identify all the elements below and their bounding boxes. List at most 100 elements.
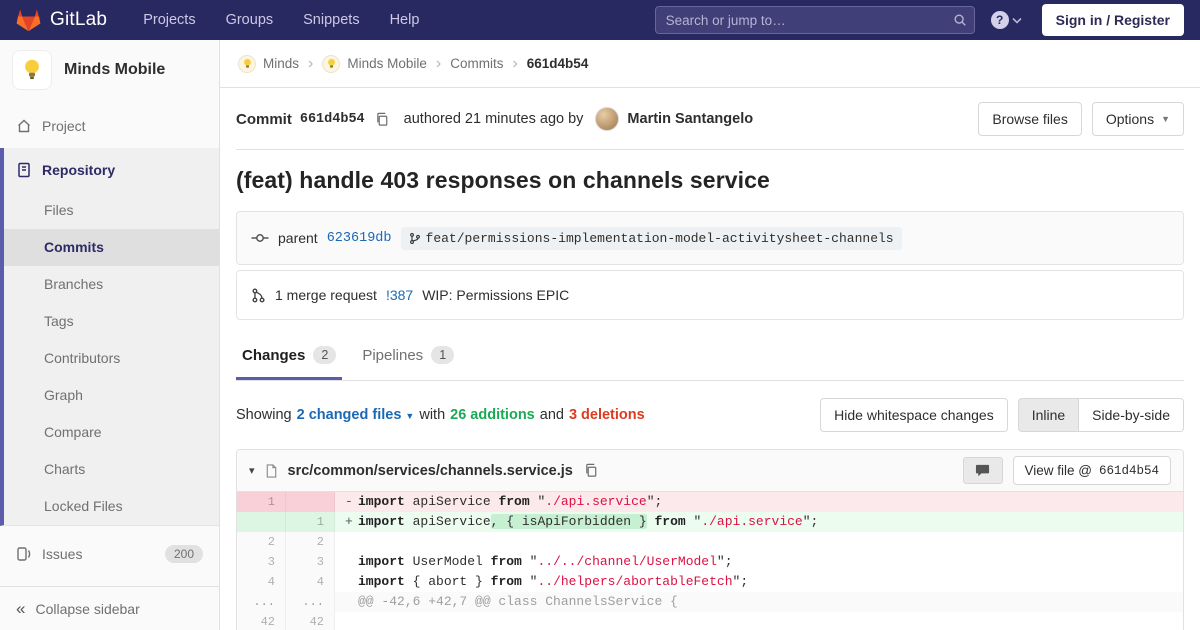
nav-projects[interactable]: Projects <box>143 12 195 28</box>
breadcrumb: Minds › Minds Mobile › Commits › 661d4b5… <box>220 40 1200 88</box>
new-line-number[interactable] <box>286 492 335 512</box>
breadcrumb-label: Minds <box>263 56 300 71</box>
search-input[interactable] <box>654 6 975 34</box>
search-container <box>654 6 975 34</box>
lightbulb-icon <box>327 58 335 68</box>
diff-line-code: - import apiService from "./api.service"; <box>335 492 1183 512</box>
commit-label: Commit <box>236 110 292 128</box>
copy-icon <box>376 112 387 126</box>
nav-snippets[interactable]: Snippets <box>303 12 359 28</box>
diff-line-code: + import apiService, { isApiForbidden } f… <box>335 512 1183 532</box>
sidebar-item-graph[interactable]: Graph <box>4 377 219 414</box>
side-by-side-view-button[interactable]: Side-by-side <box>1079 398 1184 432</box>
showing-label: Showing <box>236 407 292 423</box>
changed-files-dropdown[interactable]: 2 changed files ▼ <box>297 407 415 423</box>
nav-help[interactable]: Help <box>390 12 420 28</box>
authored-text: authored 21 minutes ago by <box>403 111 584 127</box>
help-dropdown[interactable]: ? <box>990 11 1022 29</box>
new-line-number[interactable]: 1 <box>286 512 335 532</box>
caret-down-icon: ▼ <box>1161 114 1170 124</box>
sidebar-item-compare[interactable]: Compare <box>4 414 219 451</box>
new-line-number[interactable]: 3 <box>286 552 335 572</box>
old-line-number[interactable]: 1 <box>237 492 286 512</box>
sidebar-item-commits[interactable]: Commits <box>4 229 219 266</box>
branch-name: feat/permissions-implementation-model-ac… <box>425 230 894 246</box>
sidebar-item-locked-files[interactable]: Locked Files <box>4 488 219 525</box>
diff-line-code: @@ -42,6 +42,7 @@ class ChannelsService … <box>335 592 1183 612</box>
diff-line-code: import { abort } from "../helpers/aborta… <box>335 572 1183 592</box>
tab-label: Changes <box>242 346 306 364</box>
inline-view-button[interactable]: Inline <box>1017 398 1080 432</box>
browse-files-button[interactable]: Browse files <box>978 102 1082 136</box>
new-line-number[interactable]: 4 <box>286 572 335 592</box>
breadcrumb-project-minds-mobile[interactable]: Minds Mobile <box>322 54 427 73</box>
old-line-number[interactable]: 2 <box>237 532 286 552</box>
old-line-number[interactable]: 4 <box>237 572 286 592</box>
tab-changes[interactable]: Changes 2 <box>236 333 343 380</box>
gitlab-tanuki-icon <box>16 8 41 32</box>
diff-file-block: ▾ src/common/services/channels.service.j… <box>236 449 1184 630</box>
old-line-number[interactable]: 3 <box>237 552 286 572</box>
nav-groups[interactable]: Groups <box>226 12 274 28</box>
diff-file-header: ▾ src/common/services/channels.service.j… <box>237 450 1183 492</box>
copy-sha-button[interactable] <box>373 110 392 129</box>
pipelines-count-badge: 1 <box>431 346 455 364</box>
merge-request-title[interactable]: WIP: Permissions EPIC <box>422 287 569 303</box>
diff-line-code <box>335 612 1183 630</box>
breadcrumb-commits[interactable]: Commits <box>450 56 503 71</box>
navbar-menu: Projects Groups Snippets Help <box>143 12 419 28</box>
diff-line: ...... @@ -42,6 +42,7 @@ class ChannelsSe… <box>237 592 1183 612</box>
merge-request-link[interactable]: !387 <box>386 287 413 303</box>
sign-in-register-button[interactable]: Sign in / Register <box>1041 4 1184 36</box>
diff-line-code <box>335 532 1183 552</box>
sidebar-item-contributors[interactable]: Contributors <box>4 340 219 377</box>
and-label: and <box>539 407 564 423</box>
comment-icon <box>975 464 990 477</box>
sidebar-item-label: Repository <box>42 162 116 178</box>
sidebar-project-header[interactable]: Minds Mobile <box>0 40 219 104</box>
sidebar-repository-section: Repository Files Commits Branches Tags C… <box>0 148 219 526</box>
sidebar-item-charts[interactable]: Charts <box>4 451 219 488</box>
tab-pipelines[interactable]: Pipelines 1 <box>356 333 460 380</box>
old-line-number[interactable]: ... <box>237 592 286 612</box>
breadcrumb-label: Minds Mobile <box>347 56 427 71</box>
author-name[interactable]: Martin Santangelo <box>627 111 753 127</box>
collapse-sidebar-button[interactable]: « Collapse sidebar <box>0 586 219 630</box>
options-dropdown-button[interactable]: Options ▼ <box>1091 102 1184 136</box>
new-line-number[interactable]: ... <box>286 592 335 612</box>
old-line-number[interactable]: 42 <box>237 612 286 630</box>
sidebar-item-project[interactable]: Project <box>0 104 219 148</box>
breadcrumb-group-minds[interactable]: Minds <box>238 54 300 73</box>
sidebar-item-branches[interactable]: Branches <box>4 266 219 303</box>
new-line-number[interactable]: 2 <box>286 532 335 552</box>
view-file-button[interactable]: View file @ 661d4b54 <box>1012 456 1171 485</box>
gitlab-logo[interactable]: GitLab <box>16 8 107 32</box>
caret-down-icon: ▼ <box>405 411 415 421</box>
project-avatar <box>322 54 341 73</box>
project-sidebar: Minds Mobile Project Repository Files Co… <box>0 40 220 630</box>
sidebar-item-issues[interactable]: Issues 200 <box>0 532 219 576</box>
author-avatar[interactable] <box>595 107 620 131</box>
view-file-label: View file @ <box>1024 463 1092 478</box>
parent-sha-link[interactable]: 623619db <box>327 231 392 246</box>
diff-file-path: src/common/services/channels.service.js <box>287 462 573 479</box>
question-mark-icon: ? <box>990 11 1009 29</box>
options-label: Options <box>1105 111 1155 127</box>
toggle-comments-button[interactable] <box>962 457 1003 484</box>
chevron-right-icon: › <box>308 54 314 72</box>
project-avatar <box>12 50 52 90</box>
document-icon <box>18 162 30 178</box>
diff-stats-bar: Showing 2 changed files ▼ with 26 additi… <box>236 398 1184 432</box>
copy-file-path-button[interactable] <box>582 461 601 480</box>
new-line-number[interactable]: 42 <box>286 612 335 630</box>
collapse-diff-caret-icon[interactable]: ▾ <box>249 464 255 477</box>
branch-badge[interactable]: feat/permissions-implementation-model-ac… <box>400 226 902 250</box>
sidebar-item-files[interactable]: Files <box>4 192 219 229</box>
sidebar-item-tags[interactable]: Tags <box>4 303 219 340</box>
branch-icon <box>409 232 420 244</box>
old-line-number[interactable] <box>237 512 286 532</box>
sidebar-item-repository[interactable]: Repository <box>4 148 219 192</box>
chevron-right-icon: › <box>512 54 518 72</box>
hide-whitespace-button[interactable]: Hide whitespace changes <box>820 398 1008 432</box>
diff-line: 1 - import apiService from "./api.service"… <box>237 492 1183 512</box>
